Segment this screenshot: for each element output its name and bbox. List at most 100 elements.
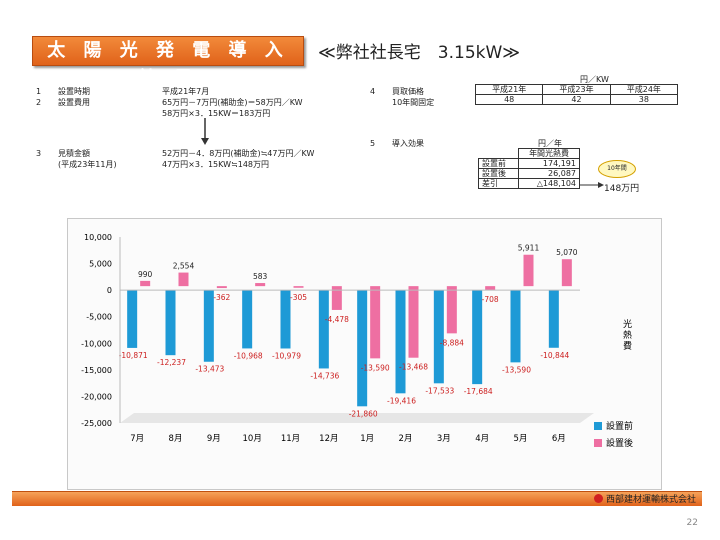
y-tick-label: 5,000 — [89, 260, 112, 269]
data-label-before: -10,968 — [234, 351, 263, 360]
data-label-before: -13,590 — [502, 365, 531, 374]
info-row: 1 設置時期 平成21年7月 — [36, 86, 303, 97]
bar-after — [561, 259, 572, 287]
y-tick-label: -15,000 — [81, 366, 112, 375]
info-row: 2 設置費用 65万円－7万円(補助金)＝58万円／KW — [36, 97, 303, 108]
bar-before — [357, 290, 368, 407]
info-row: 3 見積金額 52万円－4．8万円(補助金)≒47万円／KW — [36, 148, 314, 159]
data-label-after: 5,070 — [556, 248, 578, 257]
legend-label-after: 設置後 — [606, 437, 633, 449]
info-num — [36, 108, 58, 119]
data-label-after: 5,911 — [518, 244, 540, 253]
data-label-before: -14,736 — [310, 371, 339, 380]
data-label-after: -13,468 — [399, 363, 428, 372]
purchase-block: 4 買取価格 10年間固定 — [370, 86, 434, 108]
bar-after — [446, 286, 457, 334]
data-label-before: -13,473 — [195, 365, 224, 374]
y-tick-label: 10,000 — [84, 233, 112, 242]
table-row: 設置前 174,191 — [477, 158, 580, 169]
info-num: 1 — [36, 87, 42, 96]
y-tick-label: -20,000 — [81, 392, 112, 401]
bar-after — [255, 283, 266, 287]
x-tick-label: 12月 — [319, 434, 338, 444]
y-tick-label: 0 — [107, 286, 112, 295]
legend-label-before: 設置前 — [606, 420, 633, 432]
x-tick-label: 4月 — [475, 434, 489, 444]
info-label: 見積金額 — [58, 149, 90, 158]
effect-table: 年間光熱費 設置前 174,191 設置後 26,087 差引 △148,104 — [477, 148, 580, 189]
chart-frame: -10,871 990 -12,237 2,554 -13,473 -362 -10,968… — [67, 218, 662, 490]
bar-after — [293, 286, 304, 288]
x-tick-label: 8月 — [169, 434, 183, 444]
table-cell: 42 — [542, 94, 611, 105]
info-label: 買取価格 — [392, 87, 424, 96]
info-value: 47万円×3．15KW≒148万円 — [162, 160, 270, 169]
info-label: (平成23年11月) — [58, 160, 117, 169]
ten-year-value: 148万円 — [604, 184, 640, 194]
bar-before — [318, 290, 329, 369]
table-cell: 設置前 — [477, 158, 520, 169]
right-arrow-icon — [580, 182, 604, 188]
company-logo-icon — [593, 494, 603, 503]
info-num: 3 — [36, 149, 42, 158]
x-tick-label: 10月 — [243, 434, 262, 444]
x-tick-label: 6月 — [552, 434, 566, 444]
bar-chart: -10,871 990 -12,237 2,554 -13,473 -362 -10,968… — [81, 233, 633, 449]
info-value: 58万円×3．15KW＝183万円 — [162, 109, 271, 118]
info-block-cost: 1 設置時期 平成21年7月 2 設置費用 65万円－7万円(補助金)＝58万円／KW … — [36, 86, 303, 119]
info-row: 4 買取価格 — [370, 86, 434, 97]
down-arrow-icon — [201, 118, 209, 145]
data-label-after: -362 — [213, 293, 230, 302]
table-header: 年間光熱費 — [518, 148, 580, 159]
table-header: 平成21年 — [474, 84, 544, 95]
y-tick-label: -5,000 — [86, 313, 112, 322]
info-value: 65万円－7万円(補助金)＝58万円／KW — [162, 98, 303, 107]
bar-after — [485, 286, 496, 290]
bar-after — [140, 280, 151, 287]
bar-before — [510, 290, 521, 363]
y-tick-label: -25,000 — [81, 419, 112, 428]
table-cell: 26,087 — [518, 168, 580, 179]
info-label — [58, 108, 138, 119]
x-tick-label: 2月 — [399, 434, 413, 444]
info-block-estimate: 3 見積金額 52万円－4．8万円(補助金)≒47万円／KW (平成23年11月) 4… — [36, 148, 314, 170]
x-tick-label: 1月 — [360, 434, 374, 444]
data-label-after: -4,478 — [325, 315, 349, 324]
legend-swatch-after — [594, 439, 602, 447]
bar-after — [216, 286, 227, 289]
bar-before — [395, 290, 406, 394]
table-row: 差引 △148,104 — [477, 178, 580, 189]
bar-after — [370, 286, 381, 359]
info-num: 4 — [370, 87, 376, 96]
info-value: 52万円－4．8万円(補助金)≒47万円／KW — [162, 149, 315, 158]
info-row: 5 導入効果 — [370, 138, 424, 149]
bar-after — [178, 272, 189, 287]
info-num — [36, 159, 58, 170]
data-label-before: -17,533 — [425, 386, 454, 395]
data-label-before: -10,979 — [272, 351, 301, 360]
table-row: 設置後 26,087 — [477, 168, 580, 179]
data-label-after: 2,554 — [173, 262, 195, 271]
purchase-table: 平成21年 平成23年 平成24年 48 42 38 — [474, 84, 679, 105]
data-label-after: 990 — [138, 270, 153, 279]
x-tick-label: 9月 — [207, 434, 221, 444]
data-label-after: -305 — [290, 293, 307, 302]
info-row: 58万円×3．15KW＝183万円 — [36, 108, 303, 119]
x-tick-label: 11月 — [281, 434, 300, 444]
legend-swatch-before — [594, 422, 602, 430]
table-row: 平成21年 平成23年 平成24年 — [474, 84, 679, 95]
table-cell: △148,104 — [518, 178, 580, 189]
bar-after — [523, 254, 534, 287]
bar-before — [433, 290, 444, 384]
data-label-after: 583 — [253, 272, 268, 281]
table-cell: 設置後 — [477, 168, 520, 179]
x-tick-label: 5月 — [514, 434, 528, 444]
info-label: 設置費用 — [58, 98, 90, 107]
data-label-before: -21,860 — [349, 409, 378, 418]
info-num: 5 — [370, 139, 376, 148]
table-cell: 38 — [609, 94, 679, 105]
info-label: 設置時期 — [58, 87, 90, 96]
table-row: 48 42 38 — [474, 94, 679, 105]
info-label: 導入効果 — [392, 139, 424, 148]
info-num: 2 — [36, 98, 42, 107]
